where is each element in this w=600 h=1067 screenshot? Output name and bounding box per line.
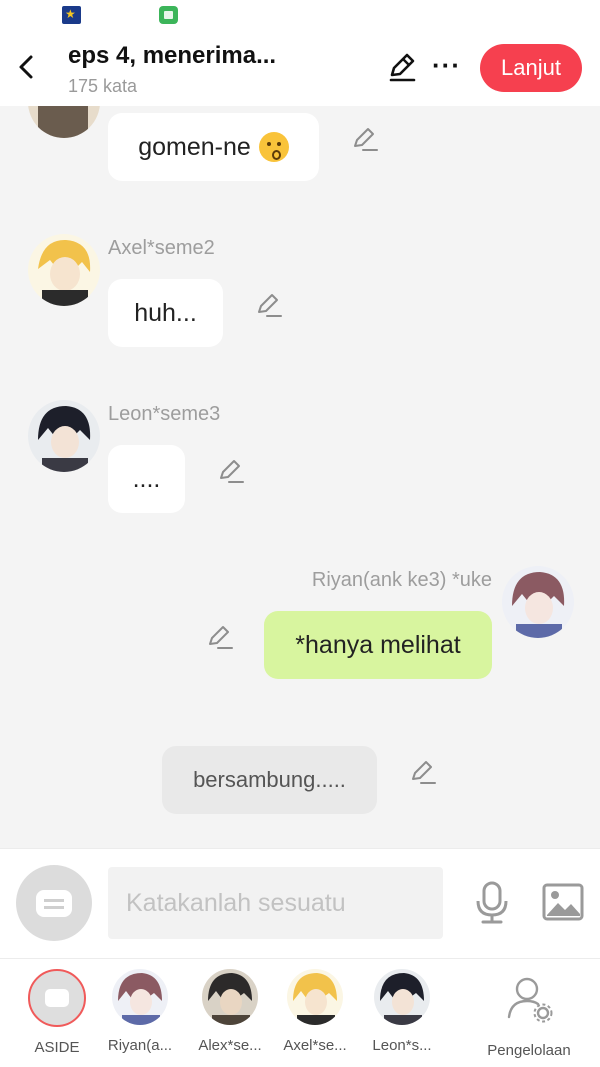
character-item-riyan[interactable]: Riyan(a... bbox=[100, 969, 180, 1054]
narration-bubble[interactable]: bersambung..... bbox=[162, 746, 377, 814]
message-bubble[interactable]: .... bbox=[108, 445, 185, 513]
notification-app-icon-green bbox=[159, 6, 178, 24]
word-count: 175 kata bbox=[68, 76, 138, 96]
avatar bbox=[202, 969, 258, 1025]
edit-pencil-icon[interactable] bbox=[408, 757, 438, 787]
microphone-icon[interactable] bbox=[474, 881, 510, 925]
character-label: ASIDE bbox=[34, 1039, 80, 1056]
edit-pencil-icon[interactable] bbox=[385, 50, 419, 84]
message-text: huh... bbox=[134, 298, 197, 327]
character-label: Alex*se... bbox=[198, 1037, 262, 1054]
speaker-name: Riyan(ank ke3) *uke bbox=[311, 569, 492, 591]
message-bubble[interactable]: gomen-ne bbox=[108, 113, 319, 181]
message-input[interactable] bbox=[108, 867, 443, 939]
image-icon[interactable] bbox=[542, 883, 584, 921]
story-title: eps 4, menerima... bbox=[68, 42, 277, 69]
avatar bbox=[28, 234, 100, 306]
edit-pencil-icon[interactable] bbox=[350, 124, 380, 154]
edit-pencil-icon[interactable] bbox=[254, 290, 284, 320]
avatar bbox=[28, 400, 100, 472]
message-text: .... bbox=[132, 464, 161, 493]
chat-area[interactable]: gomen-ne Axel*seme2 huh... Leon*seme3 ..… bbox=[0, 106, 600, 848]
edit-pencil-icon[interactable] bbox=[205, 622, 235, 652]
message-text: gomen-ne bbox=[138, 132, 251, 161]
notification-app-icon bbox=[62, 6, 81, 24]
user-settings-icon bbox=[507, 977, 553, 1023]
back-arrow-icon[interactable] bbox=[10, 46, 44, 86]
continue-button[interactable]: Lanjut bbox=[480, 44, 582, 92]
speaker-name: Axel*seme2 bbox=[108, 237, 215, 259]
avatar bbox=[112, 969, 168, 1025]
message-text: bersambung..... bbox=[193, 767, 346, 792]
composer-bar bbox=[0, 848, 600, 958]
character-label: Riyan(a... bbox=[107, 1037, 173, 1054]
message-bubble[interactable]: huh... bbox=[108, 279, 223, 347]
character-item-axel[interactable]: Axel*se... bbox=[275, 969, 355, 1054]
top-bar: eps 4, menerima... 175 kata ··· Lanjut bbox=[0, 30, 600, 106]
character-management-button[interactable]: Pengelolaan bbox=[484, 969, 574, 1059]
message-text: *hanya melihat bbox=[295, 630, 461, 659]
edit-pencil-icon[interactable] bbox=[216, 456, 246, 486]
character-item-aside[interactable]: ASIDE bbox=[17, 969, 97, 1056]
message-bubble[interactable]: *hanya melihat bbox=[264, 611, 492, 679]
message-lines-icon bbox=[44, 899, 64, 902]
status-bar bbox=[0, 0, 600, 30]
character-bar: ASIDE Riyan(a... Alex*se... Axel*se... L… bbox=[0, 958, 600, 1067]
avatar bbox=[502, 566, 574, 638]
speaker-name: Leon*seme3 bbox=[108, 403, 221, 425]
more-options-icon[interactable]: ··· bbox=[432, 52, 461, 78]
avatar bbox=[374, 969, 430, 1025]
character-item-leon[interactable]: Leon*s... bbox=[362, 969, 442, 1054]
character-label: Leon*s... bbox=[372, 1037, 432, 1054]
character-label: Pengelolaan bbox=[487, 1042, 571, 1059]
kissing-face-emoji-icon bbox=[258, 132, 289, 162]
avatar bbox=[287, 969, 343, 1025]
aside-icon bbox=[28, 969, 86, 1027]
avatar bbox=[28, 106, 100, 138]
character-label: Axel*se... bbox=[283, 1037, 347, 1054]
aside-narration-button[interactable] bbox=[16, 865, 92, 941]
character-item-alex[interactable]: Alex*se... bbox=[190, 969, 270, 1054]
